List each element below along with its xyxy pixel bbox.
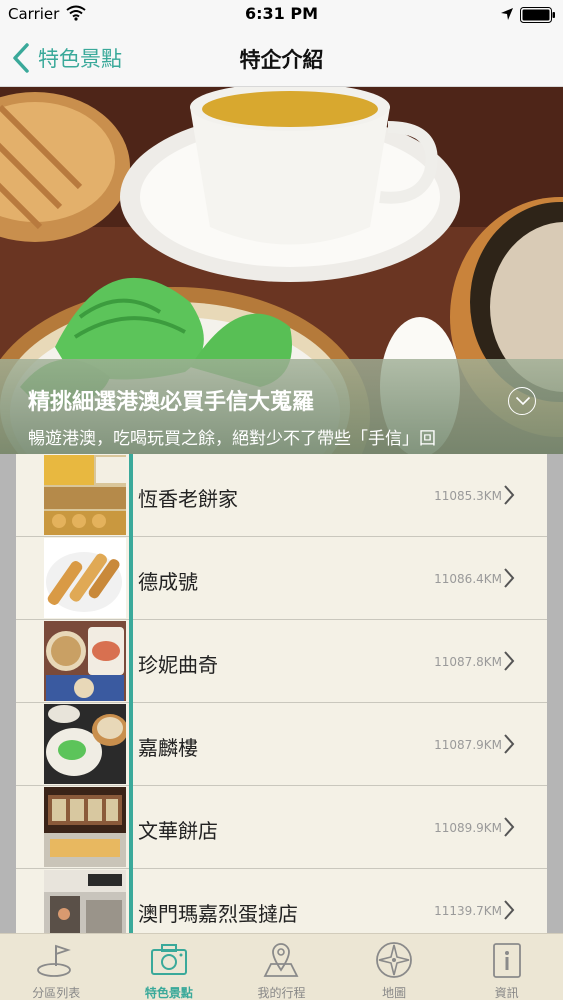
accent-bar bbox=[129, 869, 133, 933]
chevron-right-icon bbox=[504, 817, 515, 837]
accent-bar bbox=[129, 537, 133, 620]
camera-icon bbox=[150, 944, 187, 975]
chevron-right-icon bbox=[504, 568, 515, 588]
chevron-down-icon bbox=[515, 396, 531, 406]
accent-bar bbox=[129, 620, 133, 703]
tab-map[interactable]: 地圖 bbox=[338, 934, 451, 1000]
tab-label: 我的行程 bbox=[257, 986, 306, 1000]
compass-icon bbox=[376, 942, 412, 978]
shop-thumbnail bbox=[44, 787, 126, 867]
tab-bar: 分區列表 特色景點 我的行程 地圖 資訊 bbox=[0, 933, 563, 1000]
shop-name: 德成號 bbox=[138, 570, 198, 594]
tab-label: 資訊 bbox=[494, 986, 519, 1000]
chevron-right-icon bbox=[504, 900, 515, 920]
accent-bar bbox=[129, 786, 133, 869]
shop-list: 恆香老餅家 11085.3KM 德成號 11086.4KM 珍妮曲奇 11087… bbox=[16, 454, 547, 933]
shop-name: 澳門瑪嘉烈蛋撻店 bbox=[138, 902, 298, 926]
chevron-right-icon bbox=[504, 651, 515, 671]
expand-description-button[interactable] bbox=[508, 387, 536, 415]
list-item[interactable]: 文華餅店 11089.9KM bbox=[16, 786, 547, 869]
info-icon bbox=[492, 943, 521, 978]
tab-info[interactable]: 資訊 bbox=[450, 934, 563, 1000]
status-bar: Carrier 6:31 PM bbox=[0, 0, 563, 30]
shop-distance: 11139.7KM bbox=[434, 904, 502, 918]
shop-thumbnail bbox=[44, 455, 126, 535]
map-pin-icon bbox=[264, 943, 299, 977]
list-item[interactable]: 珍妮曲奇 11087.8KM bbox=[16, 620, 547, 703]
chevron-right-icon bbox=[504, 734, 515, 754]
shop-thumbnail bbox=[44, 538, 126, 618]
list-item[interactable]: 德成號 11086.4KM bbox=[16, 537, 547, 620]
tab-label: 特色景點 bbox=[144, 986, 193, 1000]
list-item[interactable]: 嘉麟樓 11087.9KM bbox=[16, 703, 547, 786]
shop-list-container[interactable]: 恆香老餅家 11085.3KM 德成號 11086.4KM 珍妮曲奇 11087… bbox=[0, 454, 563, 933]
battery-icon bbox=[520, 7, 555, 23]
shop-name: 嘉麟樓 bbox=[138, 736, 198, 760]
clock: 6:31 PM bbox=[244, 4, 318, 23]
chevron-right-icon bbox=[504, 485, 515, 505]
shop-distance: 11087.8KM bbox=[434, 655, 502, 669]
tab-label: 地圖 bbox=[382, 986, 407, 1000]
shop-distance: 11089.9KM bbox=[434, 821, 502, 835]
list-item[interactable]: 恆香老餅家 11085.3KM bbox=[16, 454, 547, 537]
hero-banner: 精挑細選港澳必買手信大蒐羅 暢遊港澳，吃喝玩買之餘，絕對少不了帶些「手信」回 bbox=[0, 87, 563, 454]
shop-name: 恆香老餅家 bbox=[138, 487, 238, 511]
shop-thumbnail bbox=[44, 621, 126, 701]
page-title: 特企介紹 bbox=[239, 48, 324, 72]
hero-title: 精挑細選港澳必買手信大蒐羅 bbox=[28, 390, 315, 415]
shop-distance: 11085.3KM bbox=[434, 489, 502, 503]
shop-distance: 11086.4KM bbox=[434, 572, 502, 586]
accent-bar bbox=[129, 703, 133, 786]
shop-name: 文華餅店 bbox=[138, 819, 218, 843]
navigation-bar: 特色景點 特企介紹 bbox=[0, 30, 563, 87]
tab-my-itinerary[interactable]: 我的行程 bbox=[225, 934, 338, 1000]
location-arrow-icon bbox=[501, 8, 513, 20]
hero-description: 暢遊港澳，吃喝玩買之餘，絕對少不了帶些「手信」回 bbox=[28, 429, 436, 449]
tab-featured-spots[interactable]: 特色景點 bbox=[113, 934, 226, 1000]
shop-name: 珍妮曲奇 bbox=[138, 653, 218, 677]
tab-district-list[interactable]: 分區列表 bbox=[0, 934, 113, 1000]
flag-map-icon bbox=[37, 944, 72, 977]
shop-thumbnail bbox=[44, 870, 126, 933]
tab-label: 分區列表 bbox=[32, 986, 81, 1000]
list-item[interactable]: 澳門瑪嘉烈蛋撻店 11139.7KM bbox=[16, 869, 547, 933]
accent-bar bbox=[129, 454, 133, 537]
shop-distance: 11087.9KM bbox=[434, 738, 502, 752]
shop-thumbnail bbox=[44, 704, 126, 784]
